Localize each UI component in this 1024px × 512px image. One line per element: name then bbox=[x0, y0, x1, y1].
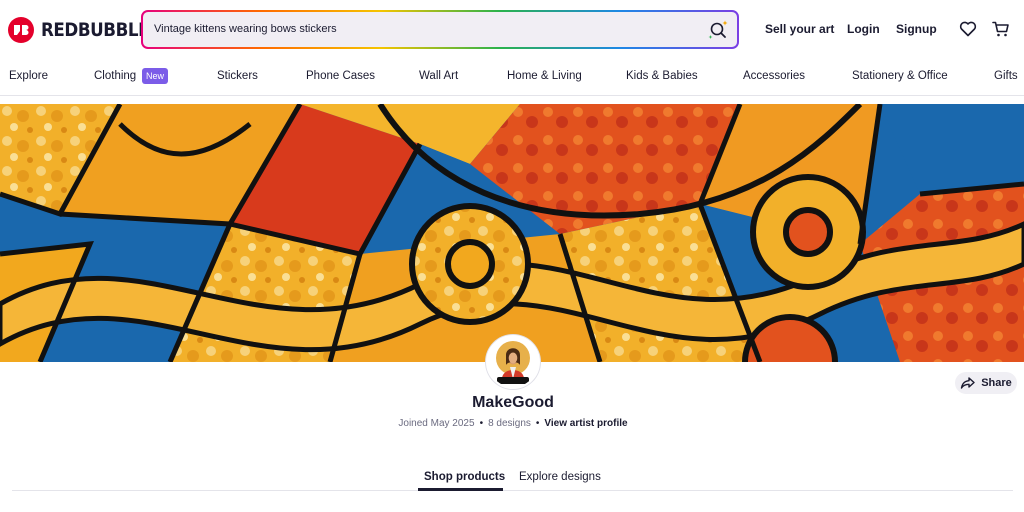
search-input[interactable]: Vintage kittens wearing bows stickers bbox=[143, 12, 737, 47]
artist-avatar[interactable] bbox=[486, 335, 540, 389]
search-input-value: Vintage kittens wearing bows stickers bbox=[154, 23, 337, 35]
redbubble-logo-icon bbox=[8, 17, 34, 43]
view-artist-profile-link[interactable]: View artist profile bbox=[544, 418, 627, 429]
nav-item-explore[interactable]: Explore bbox=[9, 70, 48, 82]
share-label: Share bbox=[981, 377, 1012, 389]
nav-item-gifts[interactable]: Gifts bbox=[994, 70, 1018, 82]
nav-item-accessories[interactable]: Accessories bbox=[743, 70, 805, 82]
search-button[interactable] bbox=[705, 17, 731, 43]
tabs-divider bbox=[12, 490, 1013, 491]
login-link[interactable]: Login bbox=[847, 22, 880, 36]
share-icon bbox=[961, 377, 975, 389]
design-count: 8 designs bbox=[488, 418, 531, 429]
sell-your-art-link[interactable]: Sell your art bbox=[765, 22, 834, 36]
tab-shop-products[interactable]: Shop products bbox=[424, 471, 505, 483]
nav-item-wall-art[interactable]: Wall Art bbox=[419, 70, 458, 82]
stained-glass-banner-image bbox=[0, 104, 1024, 362]
nav-item-kids-babies[interactable]: Kids & Babies bbox=[626, 70, 698, 82]
search-bar: Vintage kittens wearing bows stickers bbox=[141, 10, 739, 49]
profile-banner bbox=[0, 104, 1024, 362]
meta-separator: • bbox=[479, 418, 484, 429]
tab-explore-designs[interactable]: Explore designs bbox=[519, 471, 601, 483]
nav-item-home-living[interactable]: Home & Living bbox=[507, 70, 582, 82]
heart-icon[interactable] bbox=[958, 19, 978, 39]
logo-text: REDBUBBLE bbox=[41, 19, 150, 41]
meta-separator: • bbox=[535, 418, 540, 429]
artist-name: MakeGood bbox=[472, 394, 554, 411]
nav-item-stationery-office[interactable]: Stationery & Office bbox=[852, 70, 948, 82]
joined-date: Joined May 2025 bbox=[398, 418, 475, 429]
nav-item-clothing[interactable]: Clothing bbox=[94, 70, 136, 82]
nav-item-stickers[interactable]: Stickers bbox=[217, 70, 258, 82]
share-button[interactable]: Share bbox=[955, 372, 1017, 394]
nav-item-phone-cases[interactable]: Phone Cases bbox=[306, 70, 375, 82]
artist-avatar-image bbox=[488, 337, 538, 387]
search-icon bbox=[708, 20, 728, 39]
artist-meta: Joined May 2025 • 8 designs • View artist pr… bbox=[0, 418, 1024, 429]
signup-link[interactable]: Signup bbox=[896, 22, 937, 36]
new-badge: New bbox=[142, 68, 168, 84]
active-tab-indicator bbox=[418, 488, 503, 491]
cart-icon[interactable] bbox=[991, 19, 1011, 39]
site-header: REDBUBBLE Vintage kittens wearing bows s… bbox=[0, 0, 1024, 60]
